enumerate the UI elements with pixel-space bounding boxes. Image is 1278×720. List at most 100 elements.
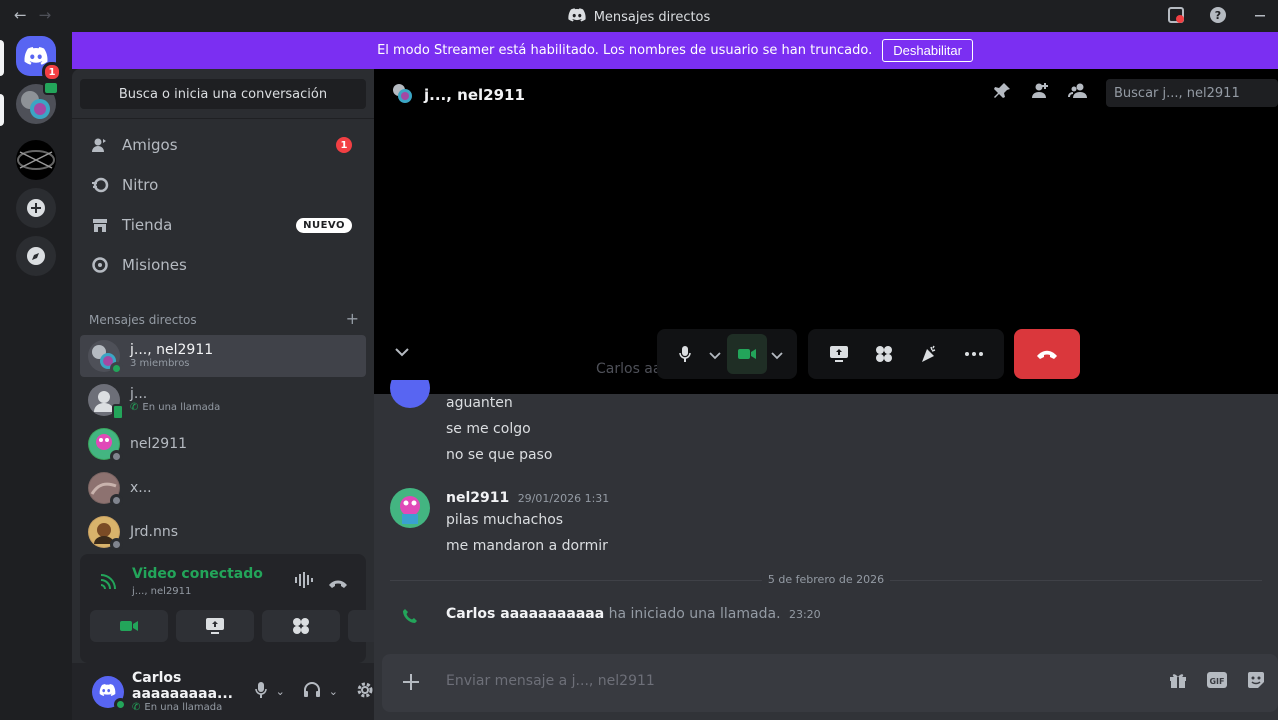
author-avatar[interactable]	[390, 488, 430, 528]
message-text: no se que paso	[446, 447, 553, 463]
pin-icon[interactable]	[992, 81, 1012, 105]
nav-label: Amigos	[122, 136, 178, 154]
dm-item-x[interactable]: x...	[80, 467, 366, 509]
user-name: Carlos aaaaaaaaa...	[132, 669, 233, 702]
message-text: aguanten	[446, 395, 513, 411]
create-dm-button[interactable]: +	[346, 311, 359, 327]
hang-up-button[interactable]	[1014, 329, 1080, 379]
message-composer[interactable]: Enviar mensaje a j..., nel2911 GIF	[382, 654, 1278, 712]
microphone-icon[interactable]	[254, 681, 268, 703]
server-avatar[interactable]	[16, 140, 56, 180]
chevron-down-icon[interactable]: ⌄	[276, 685, 285, 698]
dm-section-header: Mensajes directos +	[89, 311, 359, 328]
minimize-icon[interactable]	[1250, 5, 1270, 25]
nav-store[interactable]: Tienda NUEVO	[80, 205, 366, 245]
search-conversation-button[interactable]: Busca o inicia una conversación	[80, 79, 366, 109]
mic-options[interactable]	[709, 345, 723, 364]
activities-icon	[293, 618, 309, 634]
nav-label: Tienda	[122, 216, 173, 234]
disable-streamer-button[interactable]: Deshabilitar	[882, 39, 973, 62]
call-text: ha iniciado una llamada.	[608, 606, 781, 622]
message-input[interactable]: Enviar mensaje a j..., nel2911	[446, 673, 655, 689]
nav-quests[interactable]: Misiones	[80, 245, 366, 285]
status-dot	[110, 450, 123, 463]
banner-text: El modo Streamer está habilitado. Los no…	[377, 43, 873, 58]
members-icon[interactable]	[1068, 81, 1088, 105]
call-author[interactable]: Carlos aaaaaaaaaaa	[446, 606, 604, 622]
mic-button[interactable]	[665, 334, 705, 374]
soundboard-button[interactable]	[909, 334, 949, 374]
group-call-server[interactable]	[16, 81, 59, 124]
ellipsis-icon	[964, 352, 983, 356]
nav-label: Nitro	[122, 176, 159, 194]
camera-button[interactable]	[90, 610, 168, 642]
friends-icon	[90, 135, 110, 155]
discover-button[interactable]	[16, 236, 56, 276]
home-button[interactable]: 1	[16, 36, 62, 82]
attach-plus-icon[interactable]	[402, 673, 420, 695]
svg-text:GIF: GIF	[1209, 677, 1224, 686]
camera-options[interactable]	[771, 345, 785, 364]
inbox-icon[interactable]	[1166, 5, 1186, 25]
search-input[interactable]: Buscar j..., nel2911	[1106, 79, 1278, 107]
svg-text:?: ?	[1215, 9, 1221, 22]
friends-badge: 1	[336, 137, 352, 153]
avatar	[88, 384, 124, 420]
add-server-button[interactable]	[16, 188, 56, 228]
dm-header-label: Mensajes directos	[89, 313, 197, 327]
gear-icon[interactable]	[356, 681, 374, 703]
sticker-icon[interactable]	[1246, 670, 1266, 694]
dm-item-j[interactable]: j... ✆ En una llamada	[80, 379, 366, 421]
screen-share-button[interactable]	[176, 610, 254, 642]
status-dot	[110, 362, 123, 375]
dm-name: j..., nel2911	[130, 342, 214, 359]
add-friends-icon[interactable]	[1030, 81, 1050, 105]
discord-logo-icon	[568, 8, 586, 26]
gif-icon[interactable]: GIF	[1206, 670, 1228, 694]
headphones-icon[interactable]	[303, 681, 321, 703]
chat-title: j..., nel2911	[424, 86, 525, 104]
caller-hint: Carlos aa	[596, 361, 662, 377]
dm-sub: 3 miembros	[130, 358, 190, 370]
camera-toggle[interactable]	[727, 334, 767, 374]
gift-icon[interactable]	[1168, 670, 1188, 694]
status-dot	[110, 494, 123, 507]
disconnect-icon[interactable]	[328, 574, 348, 593]
video-call-area: j..., nel2911 Buscar j..., nel2911 Carlo…	[374, 69, 1278, 394]
help-icon[interactable]: ?	[1208, 5, 1228, 25]
video-icon	[738, 349, 756, 359]
window-title: Mensajes directos	[593, 9, 711, 25]
date-divider: 5 de febrero de 2026	[390, 573, 1262, 586]
dm-item-jrd[interactable]: Jrd.nns	[80, 511, 366, 553]
discord-home-icon	[24, 47, 48, 65]
collapse-chevron-icon[interactable]	[394, 343, 410, 362]
chevron-down-icon	[709, 351, 721, 359]
soundboard-icon	[921, 345, 935, 362]
phone-icon: ✆	[132, 701, 141, 713]
screen-share-icon	[829, 346, 848, 362]
user-status: En una llamada	[144, 701, 223, 713]
avatar	[88, 428, 123, 463]
voice-status[interactable]: Video conectado	[132, 566, 263, 582]
avatar	[88, 472, 123, 507]
chevron-down-icon[interactable]: ⌄	[329, 685, 338, 698]
activities-button[interactable]	[262, 610, 340, 642]
dm-name: j...	[130, 386, 148, 403]
nav-nitro[interactable]: Nitro	[80, 165, 366, 205]
nitro-icon	[90, 175, 110, 195]
screen-share-icon	[206, 618, 224, 634]
dm-item-group[interactable]: j..., nel2911 3 miembros	[80, 335, 366, 377]
user-avatar[interactable]	[92, 675, 127, 711]
dm-name: x...	[130, 479, 152, 496]
dm-item-nel2911[interactable]: nel2911	[80, 423, 366, 465]
message-author[interactable]: nel2911	[446, 490, 509, 506]
quests-icon	[90, 255, 110, 275]
nav-friends[interactable]: Amigos 1	[80, 125, 366, 165]
noise-suppression-icon[interactable]	[294, 572, 316, 592]
mobile-status-icon	[112, 404, 124, 420]
screen-share-button[interactable]	[819, 334, 859, 374]
more-options-button[interactable]	[954, 334, 994, 374]
group-call-pill	[0, 94, 4, 126]
activities-button[interactable]	[864, 334, 904, 374]
voice-channel[interactable]: j..., nel2911	[132, 586, 191, 597]
